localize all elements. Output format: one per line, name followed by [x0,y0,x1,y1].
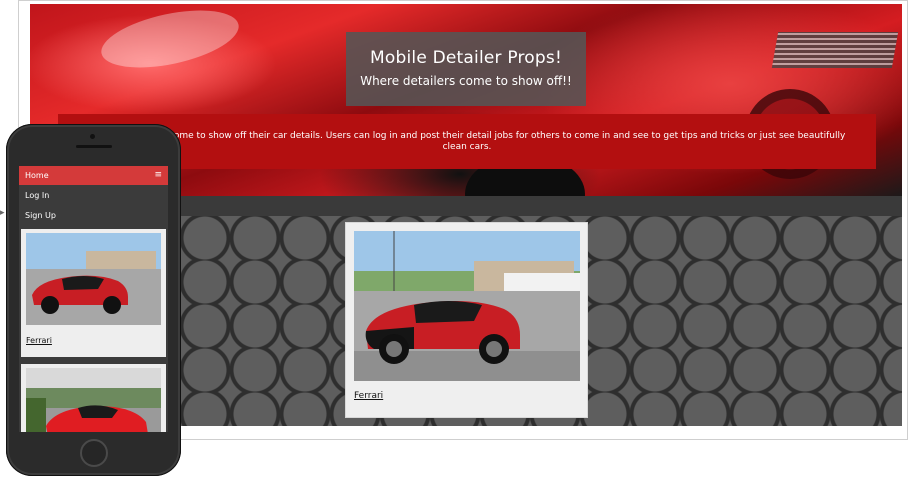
phone-camera [90,134,95,139]
phone-speaker [76,145,112,148]
gallery-card[interactable]: Ferrari [345,222,588,418]
gallery-caption-link[interactable]: Ferrari [354,391,383,401]
site-title: Mobile Detailer Props! [370,48,562,68]
mobile-screen: Home ≡ Log In Sign Up Ferrari [19,166,168,432]
mobile-gallery-caption[interactable]: Ferrari [26,336,52,345]
mobile-menu-login[interactable]: Log In [19,186,168,205]
site-title-box: Mobile Detailer Props! Where detailers c… [346,32,586,106]
gallery-photo[interactable] [354,231,580,381]
site-tagline: Where detailers come to show off!! [360,74,572,88]
phone-home-button [80,439,108,467]
hamburger-icon[interactable]: ≡ [154,166,162,185]
mobile-menu-signup[interactable]: Sign Up [19,206,168,225]
mobile-gallery-card[interactable]: Ferrari [21,229,166,357]
mobile-menu-home[interactable]: Home ≡ [19,166,168,185]
mobile-menu-login-label: Log In [25,191,50,200]
mobile-gallery-photo[interactable] [26,233,161,325]
mobile-menu-signup-label: Sign Up [25,211,56,220]
mobile-gallery-card[interactable] [21,364,166,432]
chevron-right-icon: ▸ [0,208,5,218]
hero-car-vent [771,32,899,68]
mobile-preview-phone: Home ≡ Log In Sign Up Ferrari [6,124,181,476]
mobile-menu-home-label: Home [25,171,49,180]
hero-car-highlight [96,4,244,79]
site-description: bile detailers can come to show off thei… [88,131,846,152]
mobile-gallery-photo[interactable] [26,368,161,432]
